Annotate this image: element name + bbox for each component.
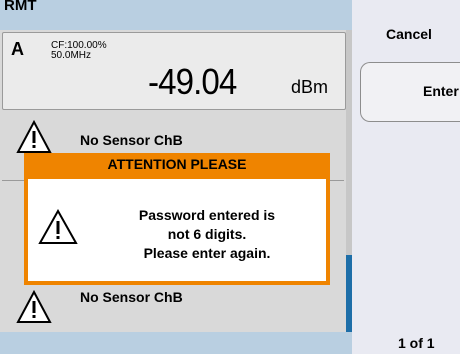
power-unit: dBm [291, 77, 329, 97]
dialog-body: Password entered is not 6 digits. Please… [28, 179, 326, 281]
channel-letter: A [11, 39, 24, 59]
cancel-label: Cancel [386, 26, 432, 42]
power-reading: -49.04 [148, 61, 237, 102]
dialog-title: ATTENTION PLEASE [107, 156, 247, 172]
bottom-status-bar [0, 332, 352, 354]
enter-label: Enter [423, 83, 459, 99]
dialog-message-line: Password entered is [138, 207, 276, 223]
instrument-screen: RMT A CF:100.00% 50.0MHz -49.04 dBm No S… [0, 0, 460, 354]
channel-a-window[interactable]: A CF:100.00% 50.0MHz -49.04 dBm [2, 32, 346, 110]
warning-triangle-icon [16, 120, 52, 153]
remote-indicator: RMT [4, 0, 37, 14]
dialog-message-line: Please enter again. [143, 245, 271, 261]
warning-triangle-icon [16, 290, 52, 323]
frequency: 50.0MHz [51, 50, 92, 61]
dialog-message-line: not 6 digits. [167, 226, 247, 242]
status-bar: RMT [0, 0, 352, 30]
attention-dialog: ATTENTION PLEASE Password entered is not… [24, 153, 330, 285]
enter-softkey[interactable]: Enter [360, 62, 460, 122]
warning-triangle-icon [38, 209, 78, 244]
sensor-status-label: No Sensor ChB [80, 132, 183, 148]
softkey-panel: Cancel Enter [352, 0, 460, 354]
page-indicator: 1 of 1 [398, 335, 435, 351]
sensor-status-label: No Sensor ChB [80, 289, 183, 305]
cancel-softkey[interactable]: Cancel [360, 4, 460, 58]
